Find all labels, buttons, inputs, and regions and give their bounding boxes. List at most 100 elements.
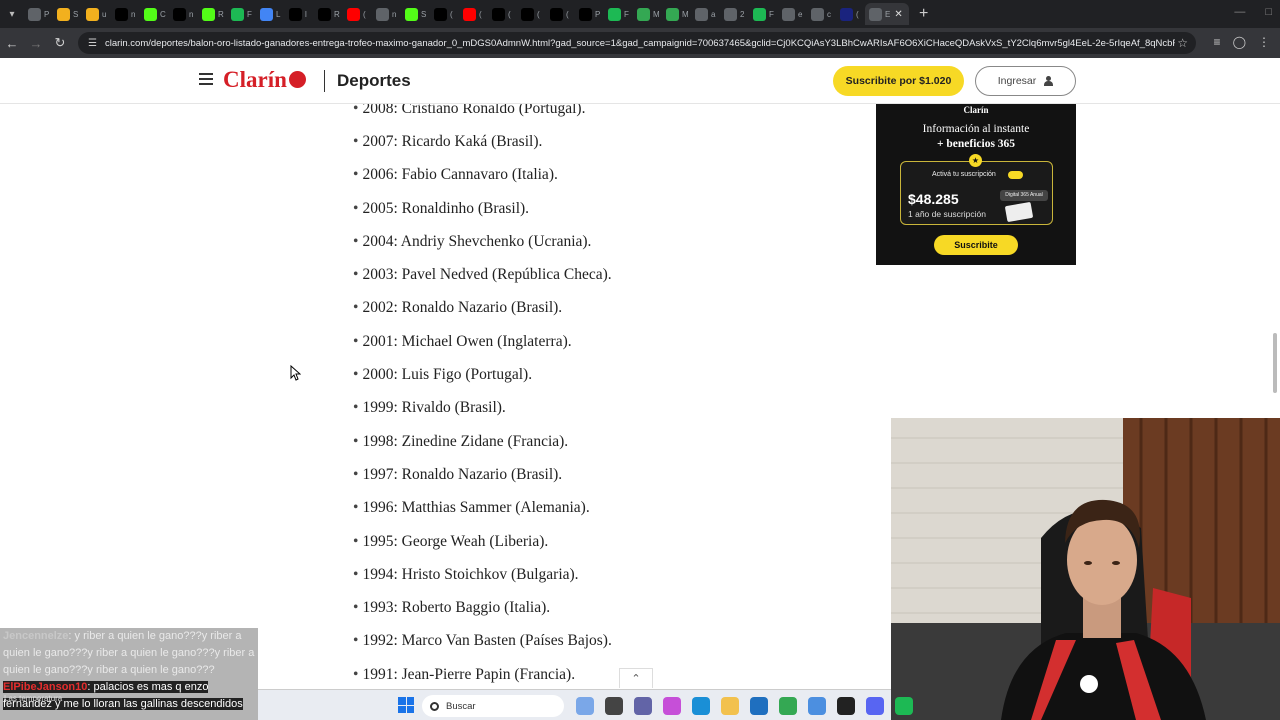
- browser-tab[interactable]: c: [807, 3, 836, 25]
- login-label: Ingresar: [997, 75, 1037, 87]
- browser-tab[interactable]: 2: [720, 3, 749, 25]
- new-tab-button[interactable]: +: [919, 5, 928, 23]
- browser-tab[interactable]: (: [517, 3, 546, 25]
- streamer-webcam-image: [891, 418, 1280, 720]
- browser-tab[interactable]: (: [546, 3, 575, 25]
- chat-username: ElPibeJanson10: [3, 681, 88, 693]
- edge-icon[interactable]: [692, 697, 710, 715]
- login-button[interactable]: Ingresar: [975, 66, 1076, 96]
- bullet-icon: •: [353, 432, 359, 450]
- chat-username: Jencennelze: [3, 630, 69, 642]
- tab-label: n: [392, 9, 397, 19]
- maximize-icon[interactable]: □: [1265, 6, 1272, 18]
- browser-tab[interactable]: C: [140, 3, 169, 25]
- browser-tab[interactable]: F: [749, 3, 778, 25]
- store-icon[interactable]: [750, 697, 768, 715]
- browser-tab[interactable]: S: [401, 3, 430, 25]
- subscription-ad[interactable]: Clarín Información al instante + benefic…: [876, 104, 1076, 265]
- hamburger-menu-icon[interactable]: [199, 73, 213, 85]
- browser-tab[interactable]: F: [604, 3, 633, 25]
- tab-list: P Su n Cn R F Ll R (n S (((((P F M Ma 2 Fe c (E ✕: [24, 3, 909, 25]
- x-icon: [579, 7, 592, 21]
- close-tab-icon[interactable]: ✕: [894, 9, 902, 20]
- subscribe-button[interactable]: Suscribite por $1.020: [833, 66, 964, 96]
- browser-tab[interactable]: (: [488, 3, 517, 25]
- browser-tab[interactable]: L: [256, 3, 285, 25]
- browser-tab[interactable]: P: [575, 3, 604, 25]
- bullet-icon: •: [353, 332, 359, 350]
- kick-icon: [202, 7, 215, 21]
- file-explorer-icon[interactable]: [721, 697, 739, 715]
- list-item: • 1993: Roberto Baggio (Italia).: [353, 591, 773, 624]
- browser-tab[interactable]: (: [836, 3, 865, 25]
- list-item: • 2005: Ronaldinho (Brasil).: [353, 192, 773, 225]
- task-view-icon[interactable]: [605, 697, 623, 715]
- bullet-icon: •: [353, 232, 359, 250]
- widget-icon[interactable]: [576, 697, 594, 715]
- x-icon: [115, 7, 128, 21]
- address-bar: ← → ↻ ☰ clarin.com/deportes/balon-oro-li…: [0, 28, 1280, 58]
- list-item: • 2000: Luis Figo (Portugal).: [353, 358, 773, 391]
- webcam-overlay: [891, 418, 1280, 720]
- winner-text: 1997: Ronaldo Nazario (Brasil).: [362, 465, 563, 483]
- browser-tab[interactable]: u: [82, 3, 111, 25]
- browser-tab[interactable]: (: [343, 3, 372, 25]
- reload-icon[interactable]: ↻: [48, 35, 72, 51]
- reading-list-icon[interactable]: ≡: [1214, 35, 1221, 49]
- profile-icon[interactable]: ◯: [1233, 35, 1246, 49]
- bullet-icon: •: [353, 199, 359, 217]
- browser-tab[interactable]: E ✕: [865, 3, 909, 25]
- taskbar-search[interactable]: Buscar: [422, 695, 564, 717]
- winner-text: 2004: Andriy Shevchenko (Ucrania).: [362, 232, 592, 250]
- browser-tab[interactable]: e: [778, 3, 807, 25]
- ad-brand: Clarín: [963, 105, 989, 115]
- browser-tab[interactable]: S: [53, 3, 82, 25]
- forward-icon[interactable]: →: [24, 36, 48, 51]
- browser-tab[interactable]: M: [633, 3, 662, 25]
- menu-icon[interactable]: ⋮: [1258, 35, 1270, 49]
- browser-tab[interactable]: l: [285, 3, 314, 25]
- browser-tab[interactable]: n: [169, 3, 198, 25]
- browser-tab[interactable]: R: [314, 3, 343, 25]
- list-item: • 1994: Hristo Stoichkov (Bulgaria).: [353, 558, 773, 591]
- browser-tab[interactable]: n: [372, 3, 401, 25]
- copilot-icon[interactable]: [663, 697, 681, 715]
- browser-tab[interactable]: a: [691, 3, 720, 25]
- section-title[interactable]: Deportes: [337, 71, 411, 91]
- browser-tab[interactable]: n: [111, 3, 140, 25]
- teams-icon[interactable]: [634, 697, 652, 715]
- browser-tab[interactable]: P: [24, 3, 53, 25]
- scroll-to-top-button[interactable]: ⌃: [619, 668, 653, 688]
- windows-taskbar: Buscar: [258, 689, 913, 720]
- back-icon[interactable]: ←: [0, 36, 24, 51]
- chrome-icon[interactable]: [779, 697, 797, 715]
- tab-search-icon[interactable]: ▾: [0, 0, 24, 28]
- windows-start-icon[interactable]: [398, 697, 414, 713]
- scroll-thumb[interactable]: [1273, 333, 1277, 393]
- spotify-icon[interactable]: [895, 697, 913, 715]
- browser-tab[interactable]: F: [227, 3, 256, 25]
- site-info-icon[interactable]: ☰: [88, 38, 97, 49]
- obs-icon[interactable]: [837, 697, 855, 715]
- browser-tab[interactable]: (: [430, 3, 459, 25]
- kick-icon: [144, 7, 157, 21]
- url-field[interactable]: ☰ clarin.com/deportes/balon-oro-listado-…: [78, 32, 1196, 54]
- ad-subscribe-button[interactable]: Suscribite: [934, 235, 1018, 255]
- mouse-cursor-icon: [290, 365, 301, 381]
- browser-tab-strip: ▾ P Su n Cn R F Ll R (n S (((((P F M Ma 2 Fe c (E ✕ + — □: [0, 0, 1280, 28]
- browser-tab[interactable]: R: [198, 3, 227, 25]
- minimize-icon[interactable]: —: [1234, 6, 1245, 18]
- bullet-icon: •: [353, 665, 359, 683]
- browser-tab[interactable]: M: [662, 3, 691, 25]
- url-text: clarin.com/deportes/balon-oro-listado-ga…: [104, 37, 1175, 49]
- vpn-icon[interactable]: [808, 697, 826, 715]
- youtube-icon: [463, 7, 476, 21]
- tab-label: L: [276, 9, 281, 19]
- bullet-icon: •: [353, 399, 359, 417]
- winner-text: 1998: Zinedine Zidane (Francia).: [362, 432, 569, 450]
- bookmark-star-icon[interactable]: ☆: [1177, 36, 1188, 50]
- clarin-logo[interactable]: Clarín: [223, 67, 306, 93]
- browser-tab[interactable]: (: [459, 3, 488, 25]
- discord-icon[interactable]: [866, 697, 884, 715]
- chat-subtext: Las temperatura: [4, 694, 63, 703]
